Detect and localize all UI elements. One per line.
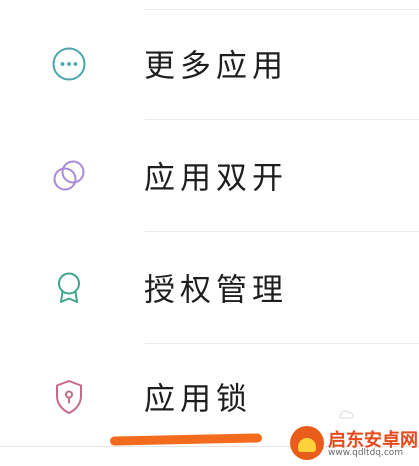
menu-item-label: 授权管理 — [144, 272, 288, 309]
award-badge-icon — [48, 267, 90, 309]
faint-cloud-icon — [339, 410, 354, 419]
menu-item-more-apps[interactable]: 更多应用 — [0, 10, 419, 118]
menu-item-permissions[interactable]: 授权管理 — [0, 234, 419, 342]
menu-item-label: 更多应用 — [144, 48, 288, 85]
dual-app-icon — [48, 155, 90, 197]
divider — [145, 119, 419, 120]
watermark: 启东安卓网 www.qdltdq.com — [290, 424, 418, 462]
divider — [145, 231, 419, 232]
more-circle-icon — [48, 43, 90, 85]
menu-item-label: 应用双开 — [144, 160, 288, 197]
menu-item-dual-apps[interactable]: 应用双开 — [0, 122, 419, 230]
shield-lock-icon — [48, 376, 90, 418]
watermark-logo-icon — [290, 426, 324, 460]
watermark-url: www.qdltdq.com — [328, 448, 404, 458]
menu-item-label: 应用锁 — [144, 381, 252, 418]
